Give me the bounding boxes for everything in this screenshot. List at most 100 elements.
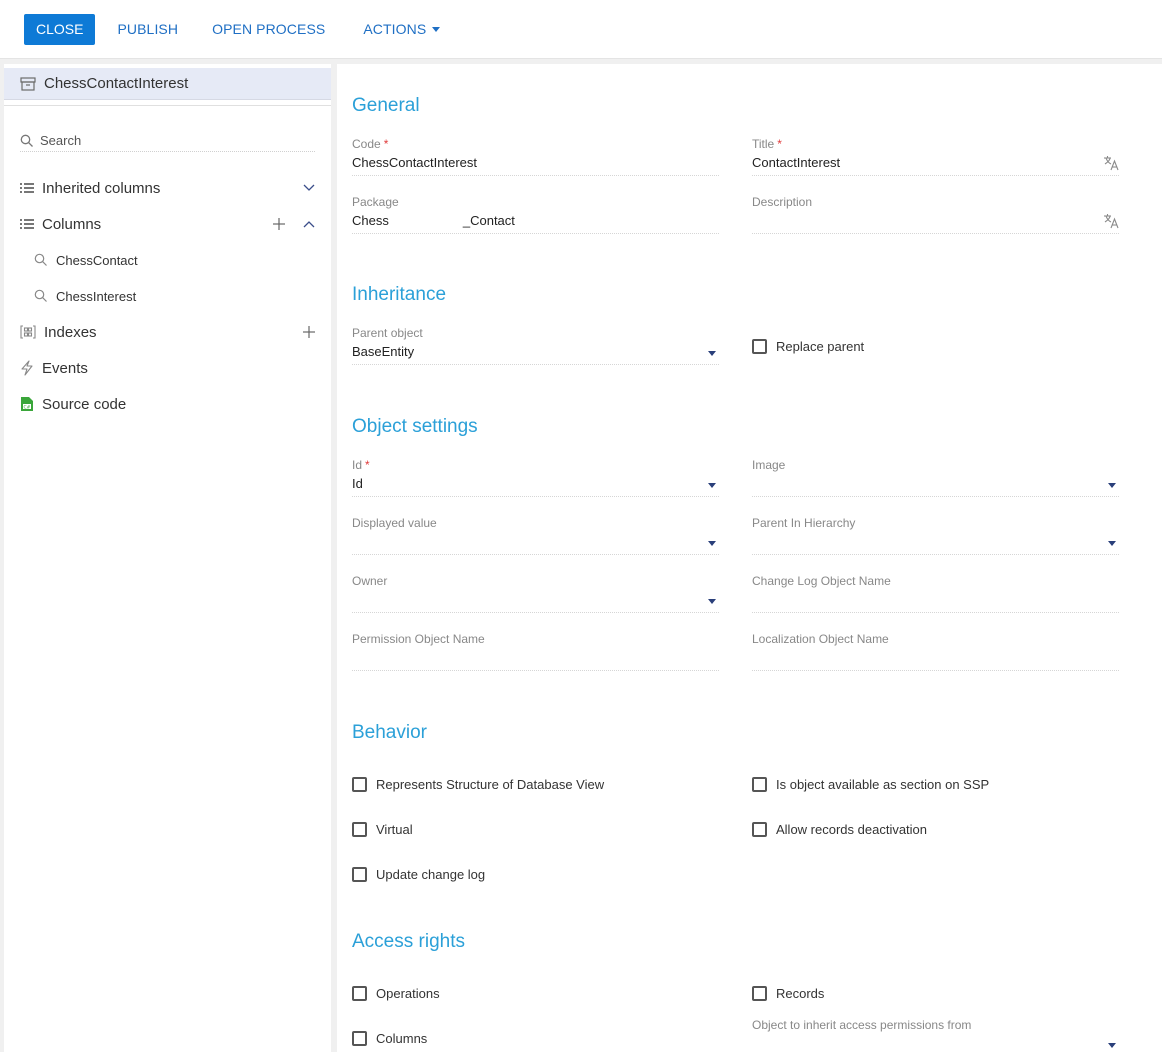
add-column-plus-icon[interactable] xyxy=(272,217,286,231)
columns-list-icon xyxy=(20,218,34,230)
object-node[interactable]: ChessContactInterest xyxy=(4,68,331,100)
update-change-log-checkbox[interactable]: Update change log xyxy=(352,867,485,882)
permission-object-field[interactable]: Permission Object Name xyxy=(352,631,719,671)
owner-field[interactable]: Owner xyxy=(352,573,719,613)
inherited-columns-group[interactable]: Inherited columns xyxy=(20,176,316,200)
title-field[interactable]: Title * ContactInterest xyxy=(752,136,1119,176)
code-field[interactable]: Code * ChessContactInterest xyxy=(352,136,719,176)
parent-in-hierarchy-field[interactable]: Parent In Hierarchy xyxy=(752,515,1119,555)
permission-object-input[interactable] xyxy=(352,647,719,671)
description-label: Description xyxy=(752,195,813,209)
inherit-permissions-select[interactable] xyxy=(752,1033,1119,1052)
inherit-permissions-field[interactable]: Object to inherit access permissions fro… xyxy=(752,1017,1119,1052)
events-item[interactable]: Events xyxy=(20,356,316,380)
records-checkbox[interactable]: Records xyxy=(752,986,824,1001)
indexes-group[interactable]: Indexes xyxy=(20,320,316,344)
represents-db-view-checkbox[interactable]: Represents Structure of Database View xyxy=(352,777,604,792)
displayed-value-select[interactable] xyxy=(352,531,719,555)
checkbox-box[interactable] xyxy=(352,1031,367,1046)
dropdown-arrow-icon[interactable] xyxy=(1108,1043,1116,1048)
inherit-permissions-label: Object to inherit access permissions fro… xyxy=(752,1018,972,1032)
change-log-object-field[interactable]: Change Log Object Name xyxy=(752,573,1119,613)
owner-select[interactable] xyxy=(352,589,719,613)
translate-icon[interactable] xyxy=(1103,155,1119,178)
dropdown-arrow-icon[interactable] xyxy=(708,351,716,356)
add-index-plus-icon[interactable] xyxy=(302,325,316,339)
package-label: Package xyxy=(352,195,399,209)
title-label: Title * xyxy=(752,137,782,151)
open-process-button[interactable]: OPEN PROCESS xyxy=(212,21,325,37)
description-field[interactable]: Description xyxy=(752,194,1119,234)
parent-object-select[interactable]: BaseEntity xyxy=(352,341,719,365)
ssp-section-checkbox[interactable]: Is object available as section on SSP xyxy=(752,777,989,792)
operations-checkbox[interactable]: Operations xyxy=(352,986,440,1001)
lookup-icon xyxy=(34,289,48,303)
close-button[interactable]: CLOSE xyxy=(24,13,96,45)
publish-button[interactable]: PUBLISH xyxy=(117,21,178,37)
dropdown-arrow-icon[interactable] xyxy=(708,483,716,488)
chevron-down-icon[interactable] xyxy=(302,183,316,193)
records-label: Records xyxy=(776,986,825,1001)
actions-menu-button[interactable]: ACTIONS xyxy=(363,21,441,37)
code-input[interactable]: ChessContactInterest xyxy=(352,152,719,176)
id-value: Id xyxy=(352,476,363,491)
parent-in-hierarchy-select[interactable] xyxy=(752,531,1119,555)
columns-checkbox[interactable]: Columns xyxy=(352,1031,427,1046)
section-title-access-rights: Access rights xyxy=(352,931,465,952)
title-input[interactable]: ContactInterest xyxy=(752,152,1119,176)
checkbox-box[interactable] xyxy=(752,986,767,1001)
object-properties-panel: General Code * ChessContactInterest Title… xyxy=(337,64,1162,1052)
lookup-icon xyxy=(34,253,48,267)
section-title-object-settings: Object settings xyxy=(352,416,478,437)
id-field[interactable]: Id * Id xyxy=(352,457,719,497)
localization-object-input[interactable] xyxy=(752,647,1119,671)
divider xyxy=(4,105,331,106)
package-field[interactable]: Package Chess _Contact xyxy=(352,194,719,234)
allow-deactivation-checkbox[interactable]: Allow records deactivation xyxy=(752,822,927,837)
localization-object-label: Localization Object Name xyxy=(752,632,889,646)
id-select[interactable]: Id xyxy=(352,473,719,497)
dropdown-arrow-icon[interactable] xyxy=(708,599,716,604)
source-code-label: Source code xyxy=(42,395,127,413)
permission-object-label: Permission Object Name xyxy=(352,632,485,646)
checkbox-box[interactable] xyxy=(352,867,367,882)
operations-label: Operations xyxy=(376,986,440,1001)
checkbox-box[interactable] xyxy=(752,822,767,837)
dropdown-arrow-icon[interactable] xyxy=(1108,483,1116,488)
package-input[interactable]: Chess _Contact xyxy=(352,210,719,234)
dropdown-arrow-icon[interactable] xyxy=(708,541,716,546)
title-value: ContactInterest xyxy=(752,155,841,170)
description-input[interactable] xyxy=(752,210,1119,234)
translate-icon[interactable] xyxy=(1103,213,1119,236)
checkbox-box[interactable] xyxy=(352,777,367,792)
localization-object-field[interactable]: Localization Object Name xyxy=(752,631,1119,671)
column-item-chessinterest[interactable]: ChessInterest xyxy=(34,284,316,308)
object-name: ChessContactInterest xyxy=(44,75,189,92)
indexes-label: Indexes xyxy=(44,323,97,341)
checkbox-box[interactable] xyxy=(352,822,367,837)
columns-list-icon xyxy=(20,182,34,194)
represents-db-view-label: Represents Structure of Database View xyxy=(376,777,605,792)
displayed-value-field[interactable]: Displayed value xyxy=(352,515,719,555)
chevron-up-icon[interactable] xyxy=(302,219,316,229)
image-select[interactable] xyxy=(752,473,1119,497)
checkbox-box[interactable] xyxy=(352,986,367,1001)
lightning-icon xyxy=(20,360,34,376)
package-value-start: Chess xyxy=(352,213,389,228)
replace-parent-label: Replace parent xyxy=(776,339,865,354)
id-label: Id * xyxy=(352,458,370,472)
image-field[interactable]: Image xyxy=(752,457,1119,497)
checkbox-box[interactable] xyxy=(752,339,767,354)
parent-object-field[interactable]: Parent object BaseEntity xyxy=(352,325,719,365)
dropdown-arrow-icon[interactable] xyxy=(1108,541,1116,546)
column-item-chesscontact[interactable]: ChessContact xyxy=(34,248,316,272)
virtual-checkbox[interactable]: Virtual xyxy=(352,822,413,837)
source-code-item[interactable]: C# Source code xyxy=(20,392,316,416)
checkbox-box[interactable] xyxy=(752,777,767,792)
search-input[interactable]: Search xyxy=(20,130,315,152)
replace-parent-checkbox[interactable]: Replace parent xyxy=(752,339,864,354)
change-log-object-input[interactable] xyxy=(752,589,1119,613)
section-title-inheritance: Inheritance xyxy=(352,284,447,305)
columns-group[interactable]: Columns xyxy=(20,212,316,236)
owner-label: Owner xyxy=(352,574,388,588)
